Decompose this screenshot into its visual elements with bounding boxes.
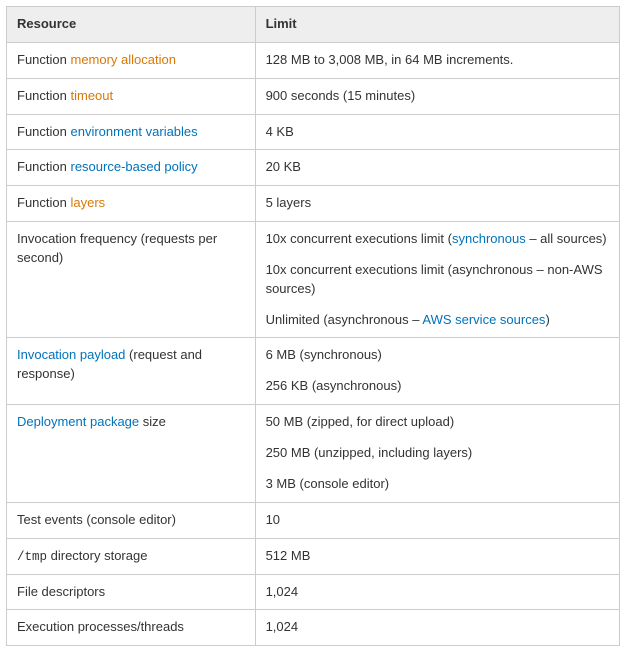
cell-resource: Function timeout <box>7 78 256 114</box>
link-environment-variables[interactable]: environment variables <box>70 124 197 139</box>
link-memory-allocation[interactable]: memory allocation <box>70 52 176 67</box>
text: Function <box>17 195 70 210</box>
cell-limit: 20 KB <box>255 150 619 186</box>
cell-limit: 10 <box>255 502 619 538</box>
limit-line: Unlimited (asynchronous – AWS service so… <box>266 311 609 330</box>
limit-line: 10x concurrent executions limit (synchro… <box>266 230 609 249</box>
cell-resource: Invocation payload (request and response… <box>7 338 256 405</box>
link-deployment-package[interactable]: Deployment package <box>17 414 139 429</box>
table-header-row: Resource Limit <box>7 7 620 43</box>
cell-resource: Execution processes/threads <box>7 610 256 646</box>
code-tmp: /tmp <box>17 550 47 564</box>
table-row: Deployment package size 50 MB (zipped, f… <box>7 405 620 503</box>
cell-limit: 10x concurrent executions limit (synchro… <box>255 222 619 338</box>
table-row: Function layers 5 layers <box>7 186 620 222</box>
cell-limit: 1,024 <box>255 610 619 646</box>
text: Function <box>17 88 70 103</box>
table-row: /tmp directory storage 512 MB <box>7 538 620 574</box>
table-row: File descriptors 1,024 <box>7 574 620 610</box>
link-timeout[interactable]: timeout <box>70 88 113 103</box>
link-synchronous[interactable]: synchronous <box>452 231 526 246</box>
cell-resource: Function environment variables <box>7 114 256 150</box>
text: size <box>139 414 166 429</box>
cell-resource: Function layers <box>7 186 256 222</box>
cell-limit: 900 seconds (15 minutes) <box>255 78 619 114</box>
limits-table: Resource Limit Function memory allocatio… <box>6 6 620 646</box>
text: Unlimited (asynchronous – <box>266 312 423 327</box>
limit-line: 256 KB (asynchronous) <box>266 377 609 396</box>
link-invocation-payload[interactable]: Invocation payload <box>17 347 125 362</box>
cell-resource: /tmp directory storage <box>7 538 256 574</box>
text: Function <box>17 52 70 67</box>
cell-resource: Deployment package size <box>7 405 256 503</box>
cell-limit: 6 MB (synchronous) 256 KB (asynchronous) <box>255 338 619 405</box>
cell-limit: 512 MB <box>255 538 619 574</box>
table-row: Invocation payload (request and response… <box>7 338 620 405</box>
limit-line: 3 MB (console editor) <box>266 475 609 494</box>
cell-resource: Test events (console editor) <box>7 502 256 538</box>
table-row: Execution processes/threads 1,024 <box>7 610 620 646</box>
table-row: Test events (console editor) 10 <box>7 502 620 538</box>
limit-line: 10x concurrent executions limit (asynchr… <box>266 261 609 299</box>
col-header-resource: Resource <box>7 7 256 43</box>
cell-limit: 50 MB (zipped, for direct upload) 250 MB… <box>255 405 619 503</box>
cell-limit: 5 layers <box>255 186 619 222</box>
link-aws-service-sources[interactable]: AWS service sources <box>422 312 545 327</box>
text: ) <box>545 312 549 327</box>
cell-limit: 1,024 <box>255 574 619 610</box>
table-row: Function timeout 900 seconds (15 minutes… <box>7 78 620 114</box>
table-row: Invocation frequency (requests per secon… <box>7 222 620 338</box>
col-header-limit: Limit <box>255 7 619 43</box>
text: Function <box>17 124 70 139</box>
link-layers[interactable]: layers <box>70 195 105 210</box>
table-row: Function memory allocation 128 MB to 3,0… <box>7 42 620 78</box>
table-row: Function environment variables 4 KB <box>7 114 620 150</box>
cell-resource: Function memory allocation <box>7 42 256 78</box>
text: directory storage <box>47 548 147 563</box>
cell-resource: File descriptors <box>7 574 256 610</box>
cell-resource: Invocation frequency (requests per secon… <box>7 222 256 338</box>
text: – all sources) <box>526 231 607 246</box>
cell-limit: 128 MB to 3,008 MB, in 64 MB increments. <box>255 42 619 78</box>
cell-limit: 4 KB <box>255 114 619 150</box>
limit-line: 6 MB (synchronous) <box>266 346 609 365</box>
text: Function <box>17 159 70 174</box>
table-row: Function resource-based policy 20 KB <box>7 150 620 186</box>
cell-resource: Function resource-based policy <box>7 150 256 186</box>
limit-line: 250 MB (unzipped, including layers) <box>266 444 609 463</box>
link-resource-based-policy[interactable]: resource-based policy <box>70 159 197 174</box>
text: 10x concurrent executions limit ( <box>266 231 452 246</box>
limit-line: 50 MB (zipped, for direct upload) <box>266 413 609 432</box>
